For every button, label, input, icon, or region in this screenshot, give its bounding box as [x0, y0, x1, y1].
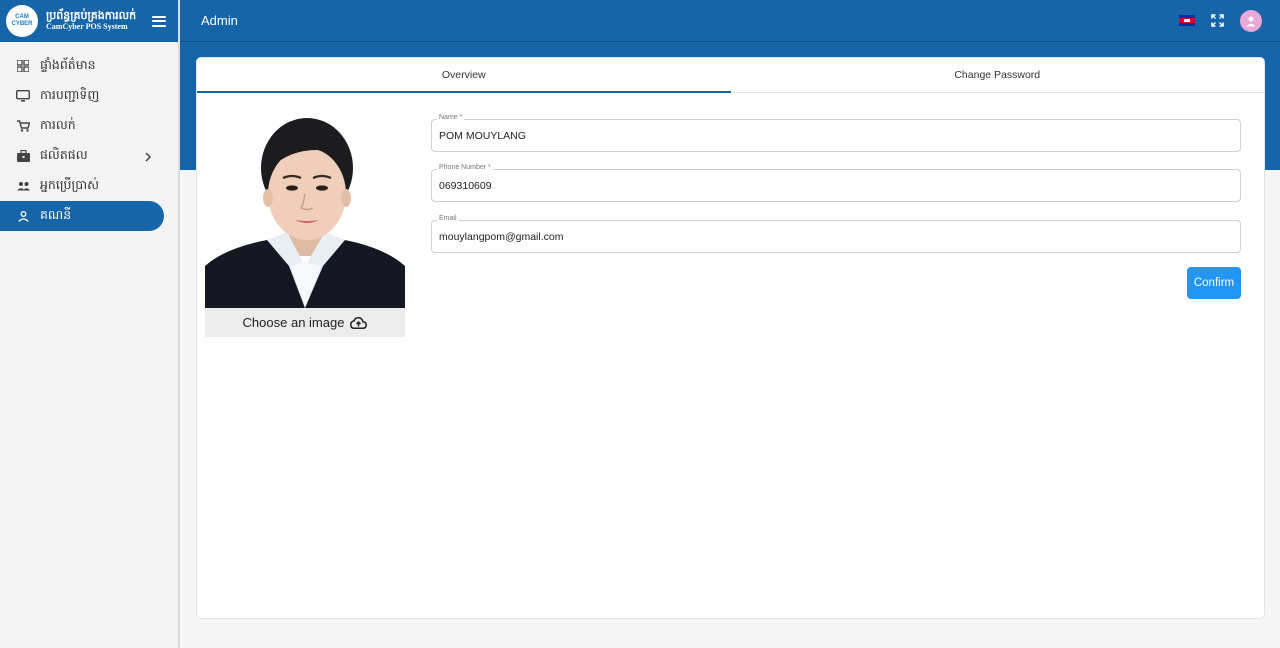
person-icon — [16, 209, 30, 223]
cart-icon — [16, 119, 30, 133]
phone-field: Phone Number * — [431, 164, 1241, 202]
chevron-right-icon[interactable] — [144, 150, 152, 165]
sidebar-item-orders[interactable]: ការបញ្ជាទិញ — [0, 81, 164, 111]
monitor-icon — [16, 89, 30, 103]
brand-texts: ប្រព័ន្ធគ្រប់គ្រងការលក់ CamCyber POS Sys… — [46, 10, 136, 32]
brand-subtitle: CamCyber POS System — [46, 22, 128, 31]
tab-overview[interactable]: Overview — [197, 58, 731, 93]
users-icon — [16, 179, 30, 193]
menu-toggle-icon[interactable] — [152, 15, 166, 27]
brand-bar: CAM CYBER ប្រព័ន្ធគ្រប់គ្រងការលក់ CamCyb… — [0, 0, 178, 42]
sidebar-item-label: គណនី — [40, 206, 72, 222]
sidebar-item-dashboard[interactable]: ផ្ទាំងព័ត៌មាន — [0, 51, 164, 81]
sidebar-item-label: ផ្ទាំងព័ត៌មាន — [40, 56, 96, 72]
fullscreen-icon[interactable] — [1211, 14, 1224, 27]
name-field: Name * — [431, 114, 1241, 152]
dashboard-icon — [16, 59, 30, 73]
profile-photo-section: Choose an image — [205, 116, 405, 338]
top-bar: Admin — [180, 0, 1280, 42]
name-input[interactable] — [439, 130, 1229, 142]
name-field-label: Name * — [437, 114, 465, 121]
sidebar-item-label: ការបញ្ជាទិញ — [40, 86, 100, 102]
sidebar-item-label: អ្នកប្រើប្រាស់ — [40, 176, 100, 192]
user-avatar-icon[interactable] — [1240, 9, 1262, 32]
brand-title: ប្រព័ន្ធគ្រប់គ្រងការលក់ — [46, 9, 137, 22]
page-title: Admin — [201, 13, 238, 28]
logo-text-bottom: CYBER — [11, 21, 33, 27]
sidebar-item-users[interactable]: អ្នកប្រើប្រាស់ — [0, 171, 164, 201]
briefcase-icon — [16, 149, 30, 163]
sidebar-item-account[interactable]: គណនី — [0, 201, 164, 231]
account-card: Overview Change Password Choose an image… — [196, 57, 1265, 619]
email-field: Email — [431, 215, 1241, 253]
sidebar-item-products[interactable]: ផលិតផល — [0, 141, 164, 171]
email-input[interactable] — [439, 231, 1229, 243]
phone-field-label: Phone Number * — [437, 164, 493, 171]
cambodia-flag-icon[interactable] — [1179, 15, 1195, 26]
top-actions — [1179, 9, 1262, 32]
sidebar-item-label: ផលិតផល — [40, 146, 88, 162]
tab-change-password[interactable]: Change Password — [731, 58, 1265, 92]
email-field-label: Email — [437, 215, 459, 222]
camcyber-logo[interactable]: CAM CYBER — [6, 5, 38, 37]
confirm-button[interactable]: Confirm — [1187, 267, 1241, 299]
choose-image-label: Choose an image — [242, 315, 345, 330]
sidebar: CAM CYBER ប្រព័ន្ធគ្រប់គ្រងការលក់ CamCyb… — [0, 0, 180, 648]
logo-text-top: CAM — [15, 14, 29, 20]
cloud-upload-icon — [350, 316, 368, 329]
sidebar-item-sales[interactable]: ការលក់ — [0, 111, 164, 141]
sidebar-item-label: ការលក់ — [40, 116, 76, 132]
choose-image-button[interactable]: Choose an image — [205, 308, 405, 337]
phone-input[interactable] — [439, 180, 1229, 192]
sidebar-menu: ផ្ទាំងព័ត៌មាន ការបញ្ជាទិញ ការលក់ ផលិតផល — [0, 42, 178, 231]
profile-photo[interactable] — [205, 116, 405, 308]
account-tabs: Overview Change Password — [197, 58, 1264, 93]
